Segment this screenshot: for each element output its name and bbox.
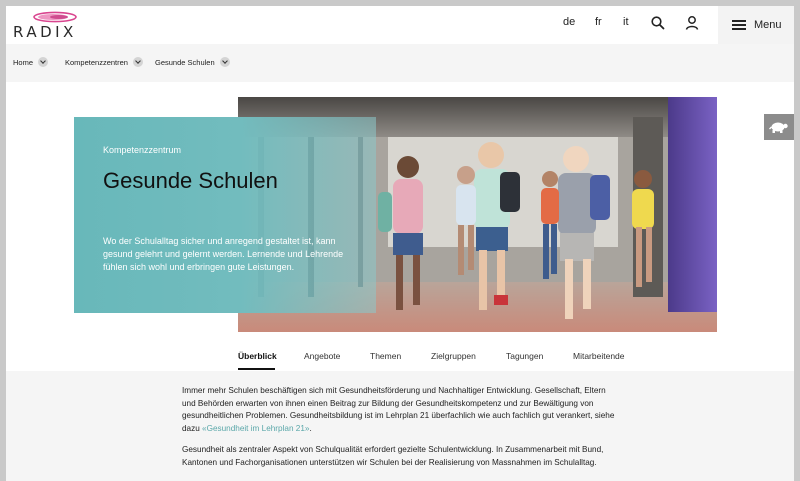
breadcrumb-label: Home [13,57,34,67]
hero-panel: Kompetenzzentrum Gesunde Schulen Wo der … [74,117,376,313]
tab-ueberblick[interactable]: Überblick [238,351,277,361]
radix-logo[interactable]: RADIX [13,10,77,41]
user-icon[interactable] [684,15,700,31]
active-tab-indicator [238,368,275,370]
lehrplan-link[interactable]: «Gesundheit im Lehrplan 21» [202,424,309,433]
tab-themen[interactable]: Themen [370,351,401,361]
side-tab-button[interactable] [764,114,794,140]
logo-wordmark: RADIX [13,23,77,41]
site-header: RADIX de fr it Menu [6,6,794,44]
chevron-down-icon[interactable] [132,57,143,67]
lang-it[interactable]: it [623,16,629,28]
paragraph-text-end: . [309,423,312,433]
breadcrumb-item-gesunde-schulen[interactable]: Gesunde Schulen [155,57,230,67]
chevron-down-icon[interactable] [38,57,49,67]
breadcrumb-item-home[interactable]: Home [13,57,49,67]
breadcrumb-item-kompetenzzentren[interactable]: Kompetenzzentren [65,57,143,67]
hamburger-icon [732,20,746,30]
lang-de[interactable]: de [563,16,575,28]
menu-button[interactable]: Menu [718,6,794,44]
tab-tagungen[interactable]: Tagungen [506,351,543,361]
page-frame: RADIX de fr it Menu Home Kompetenzzentre… [6,6,794,481]
menu-label: Menu [754,19,782,31]
page-title: Gesunde Schulen [103,168,278,193]
breadcrumb: Home Kompetenzzentren Gesunde Schulen [6,44,794,82]
tab-mitarbeitende[interactable]: Mitarbeitende [573,351,625,361]
chevron-down-icon[interactable] [219,57,230,67]
second-paragraph: Gesundheit als zentraler Aspekt von Schu… [182,445,604,467]
intro-paragraph: Immer mehr Schulen beschäftigen sich mit… [182,385,620,435]
content-tabs: Überblick Angebote Themen Zielgruppen Ta… [6,345,794,371]
hero-lead: Wo der Schulalltag sicher und anregend g… [103,236,344,272]
lang-fr[interactable]: fr [595,16,602,28]
hero-eyebrow: Kompetenzzentrum [103,145,182,155]
logo-swirl-icon [33,11,77,23]
tab-zielgruppen[interactable]: Zielgruppen [431,351,476,361]
search-icon[interactable] [650,15,666,31]
breadcrumb-label: Gesunde Schulen [155,57,215,67]
tab-angebote[interactable]: Angebote [304,351,340,361]
breadcrumb-label: Kompetenzzentren [65,57,128,67]
main-content: Immer mehr Schulen beschäftigen sich mit… [6,371,794,481]
turtle-icon [769,122,788,133]
